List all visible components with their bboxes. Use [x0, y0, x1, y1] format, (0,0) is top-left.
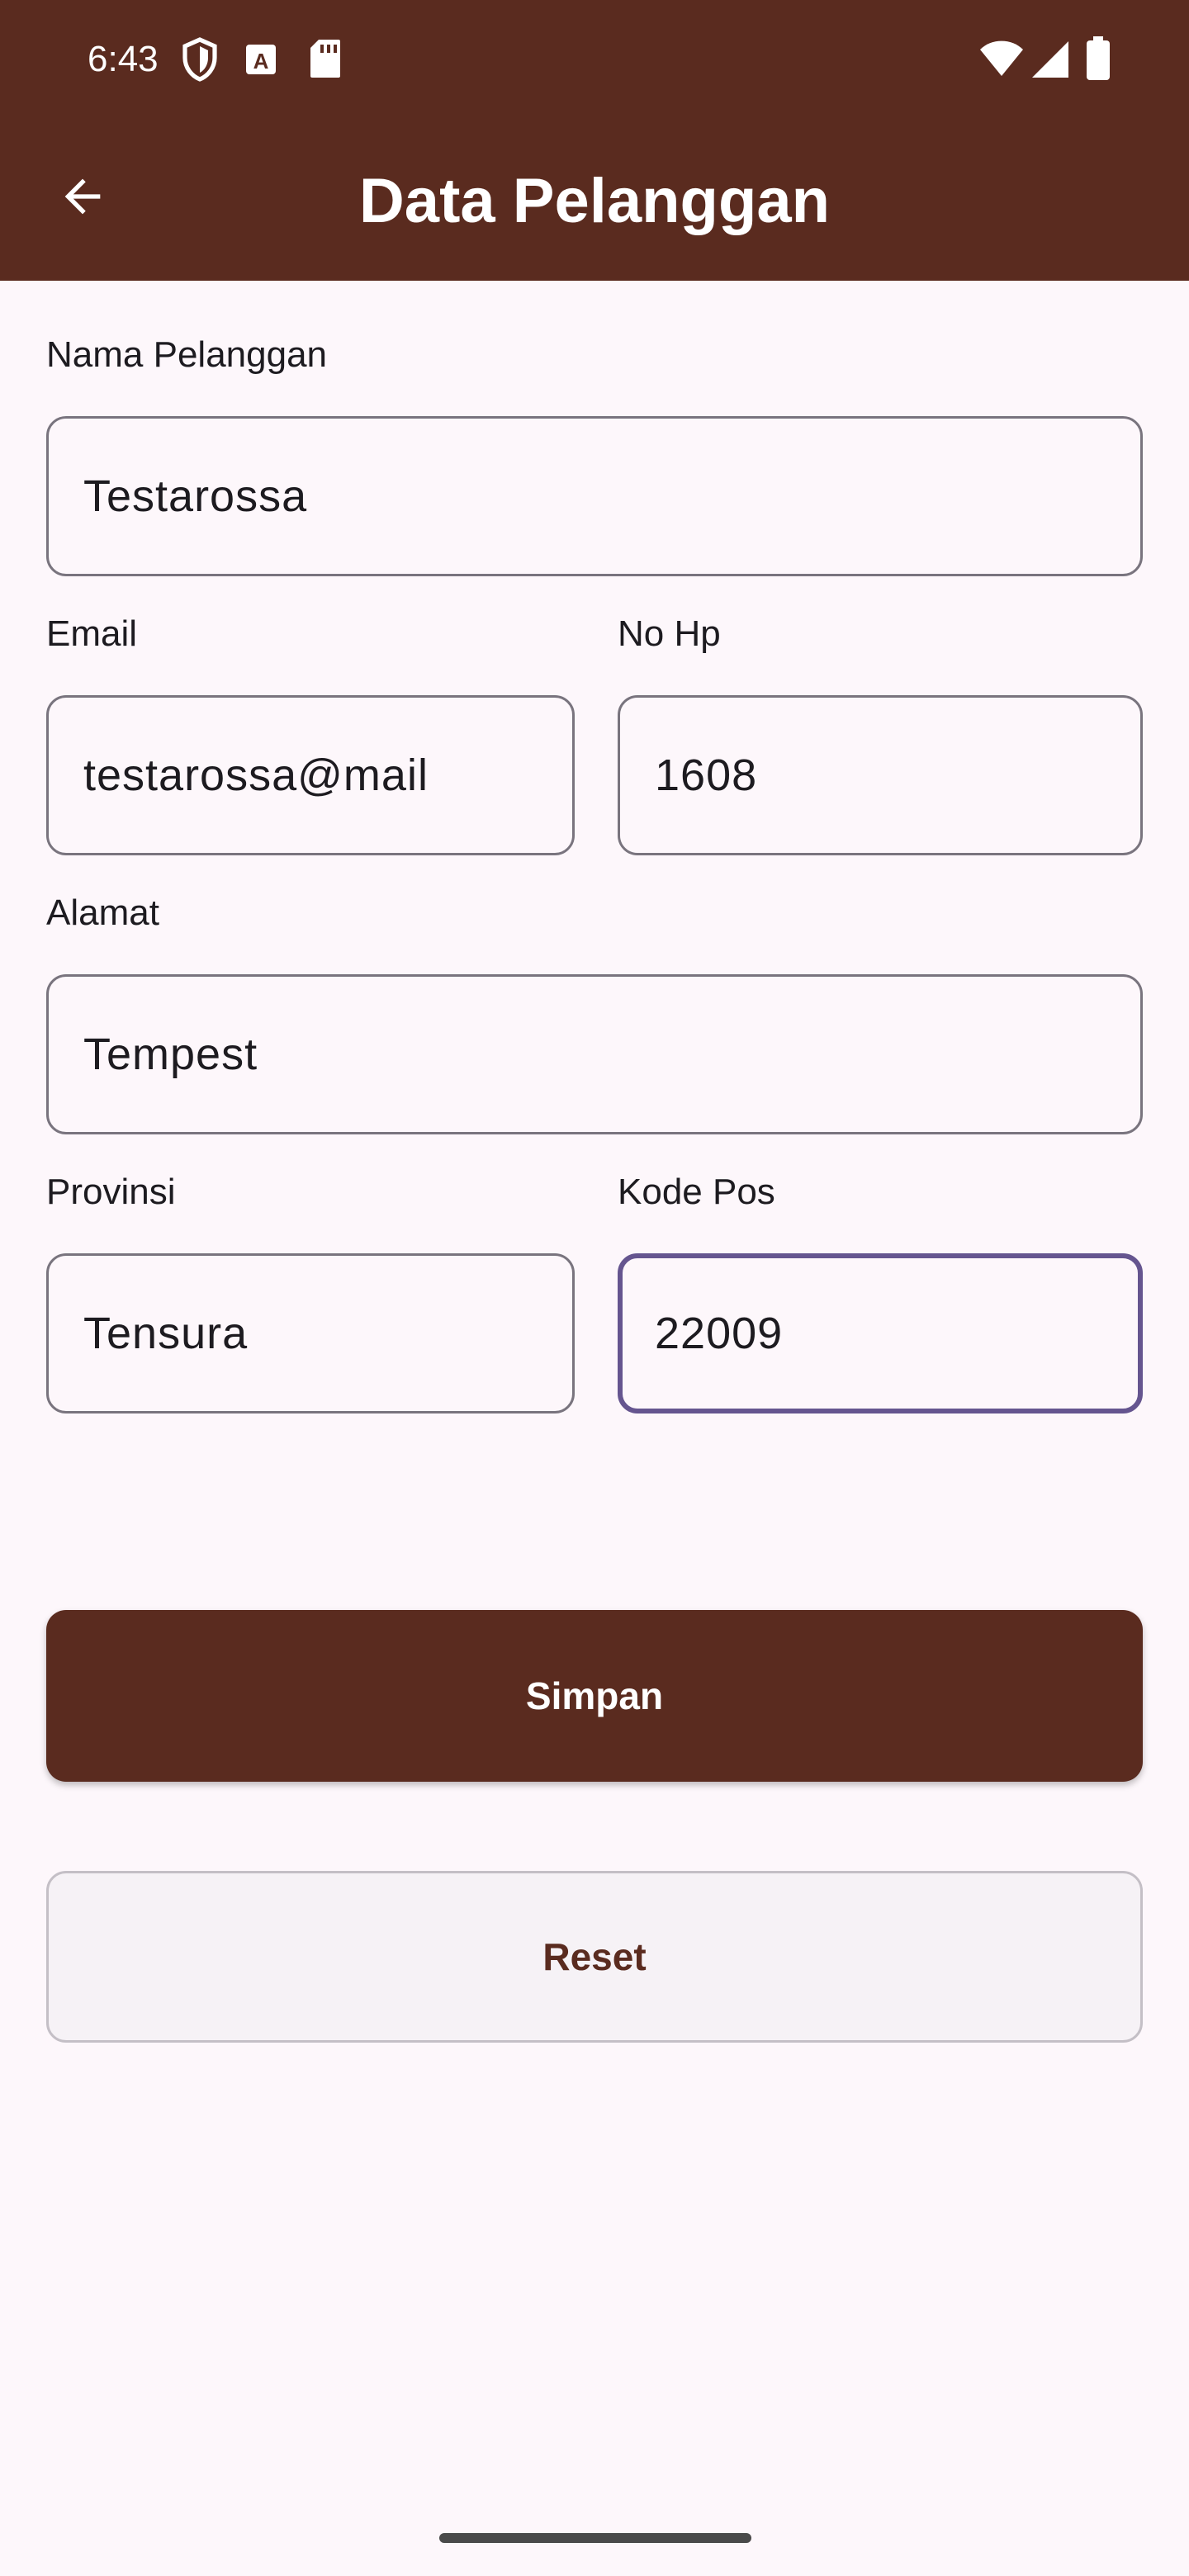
alamat-label: Alamat	[46, 893, 159, 933]
nama-pelanggan-value: Testarossa	[83, 471, 308, 521]
alamat-value: Tempest	[83, 1030, 258, 1079]
save-button[interactable]: Simpan	[46, 1610, 1143, 1782]
nama-pelanggan-input[interactable]: Testarossa	[46, 416, 1143, 576]
battery-icon	[1087, 36, 1110, 85]
nama-pelanggan-label: Nama Pelanggan	[46, 334, 328, 375]
no-hp-label: No Hp	[618, 613, 721, 654]
sd-card-icon	[309, 38, 342, 83]
page-title: Data Pelanggan	[358, 166, 831, 236]
wifi-icon	[979, 40, 1024, 82]
alamat-input[interactable]: Tempest	[46, 974, 1143, 1134]
cell-signal-icon	[1030, 40, 1070, 83]
email-input[interactable]: testarossa@mail	[46, 695, 575, 855]
shield-icon	[180, 36, 220, 87]
font-a-icon: A	[244, 43, 277, 80]
reset-button[interactable]: Reset	[46, 1871, 1143, 2043]
no-hp-value: 1608	[655, 751, 758, 800]
kode-pos-input[interactable]: 22009	[618, 1253, 1143, 1413]
home-indicator[interactable]	[439, 2533, 751, 2543]
app-bar: 6:43 A Data Pelanggan	[0, 0, 1189, 281]
no-hp-input[interactable]: 1608	[618, 695, 1143, 855]
email-value: testarossa@mail	[83, 751, 429, 800]
kode-pos-value: 22009	[655, 1309, 784, 1358]
email-label: Email	[46, 613, 138, 654]
status-bar: 6:43 A	[0, 0, 1189, 119]
status-time: 6:43	[88, 39, 159, 79]
provinsi-label: Provinsi	[46, 1172, 176, 1212]
provinsi-value: Tensura	[83, 1309, 249, 1358]
kode-pos-label: Kode Pos	[618, 1172, 775, 1212]
provinsi-input[interactable]: Tensura	[46, 1253, 575, 1413]
svg-text:A: A	[253, 49, 269, 73]
toolbar: Data Pelanggan	[0, 119, 1189, 281]
